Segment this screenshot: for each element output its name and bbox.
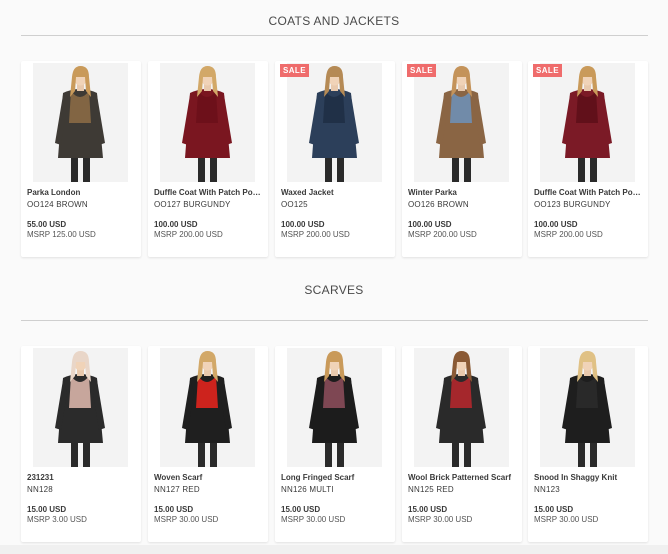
product-price: 15.00 USD <box>408 505 448 514</box>
sale-badge: SALE <box>280 64 309 77</box>
product-msrp: MSRP 125.00 USD <box>27 230 96 239</box>
product-name[interactable]: Parka London <box>27 188 137 197</box>
section-divider <box>21 35 648 36</box>
product-image[interactable] <box>414 348 509 467</box>
section-divider <box>21 320 648 321</box>
product-sku: NN126 MULTI <box>281 485 334 494</box>
product-sku: OO126 BROWN <box>408 200 469 209</box>
product-image[interactable] <box>160 348 255 467</box>
section-title-coats: COATS AND JACKETS <box>268 14 400 28</box>
product-msrp: MSRP 200.00 USD <box>154 230 223 239</box>
product-grid-scarves: 231231 NN128 15.00 USD MSRP 3.00 USD Woven S… <box>21 346 648 542</box>
product-price: 100.00 USD <box>281 220 325 229</box>
product-name[interactable]: Wool Brick Patterned Scarf <box>408 473 518 482</box>
product-card[interactable]: Duffle Coat With Patch Pockets OO127 BURG… <box>148 61 268 257</box>
sale-badge: SALE <box>407 64 436 77</box>
product-msrp: MSRP 30.00 USD <box>281 515 346 524</box>
product-price: 15.00 USD <box>534 505 574 514</box>
product-card[interactable]: Long Fringed Scarf NN126 MULTI 15.00 USD MS… <box>275 346 395 542</box>
product-image[interactable] <box>160 63 255 182</box>
product-name[interactable]: Waxed Jacket <box>281 188 391 197</box>
product-image[interactable] <box>287 63 382 182</box>
product-name[interactable]: Duffle Coat With Patch Pockets <box>534 188 644 197</box>
product-card[interactable]: SALE Winter Parka OO126 BROWN 100.00 USD MSR… <box>402 61 522 257</box>
product-msrp: MSRP 30.00 USD <box>154 515 219 524</box>
product-price: 15.00 USD <box>154 505 194 514</box>
product-price: 100.00 USD <box>408 220 452 229</box>
page-footer-strip <box>0 545 668 554</box>
product-card[interactable]: Snood In Shaggy Knit NN123 15.00 USD MSRP 3… <box>528 346 648 542</box>
product-msrp: MSRP 200.00 USD <box>408 230 477 239</box>
product-card[interactable]: Woven Scarf NN127 RED 15.00 USD MSRP 30.00 … <box>148 346 268 542</box>
product-sku: NN125 RED <box>408 485 454 494</box>
product-price: 100.00 USD <box>154 220 198 229</box>
product-sku: OO127 BURGUNDY <box>154 200 231 209</box>
product-sku: OO123 BURGUNDY <box>534 200 611 209</box>
product-card[interactable]: SALE Waxed Jacket OO125 100.00 USD MSRP 200.… <box>275 61 395 257</box>
product-card[interactable]: Parka London OO124 BROWN 55.00 USD MSRP 125… <box>21 61 141 257</box>
product-sku: OO125 <box>281 200 308 209</box>
product-image[interactable] <box>540 348 635 467</box>
product-card[interactable]: SALE Duffle Coat With Patch Pockets OO123 … <box>528 61 648 257</box>
product-msrp: MSRP 30.00 USD <box>408 515 473 524</box>
product-sku: NN123 <box>534 485 560 494</box>
product-name[interactable]: Long Fringed Scarf <box>281 473 391 482</box>
product-image[interactable] <box>540 63 635 182</box>
product-sku: OO124 BROWN <box>27 200 88 209</box>
product-image[interactable] <box>414 63 509 182</box>
product-card[interactable]: Wool Brick Patterned Scarf NN125 RED 15.00… <box>402 346 522 542</box>
product-name[interactable]: Woven Scarf <box>154 473 264 482</box>
product-msrp: MSRP 3.00 USD <box>27 515 87 524</box>
product-price: 55.00 USD <box>27 220 67 229</box>
product-name[interactable]: Winter Parka <box>408 188 518 197</box>
product-msrp: MSRP 200.00 USD <box>281 230 350 239</box>
product-name[interactable]: Snood In Shaggy Knit <box>534 473 644 482</box>
product-price: 15.00 USD <box>281 505 321 514</box>
product-price: 15.00 USD <box>27 505 67 514</box>
product-msrp: MSRP 200.00 USD <box>534 230 603 239</box>
section-title-scarves: SCARVES <box>304 283 364 297</box>
product-image[interactable] <box>33 63 128 182</box>
product-sku: NN128 <box>27 485 53 494</box>
product-name[interactable]: Duffle Coat With Patch Pockets <box>154 188 264 197</box>
sale-badge: SALE <box>533 64 562 77</box>
product-msrp: MSRP 30.00 USD <box>534 515 599 524</box>
product-name[interactable]: 231231 <box>27 473 137 482</box>
product-card[interactable]: 231231 NN128 15.00 USD MSRP 3.00 USD <box>21 346 141 542</box>
product-price: 100.00 USD <box>534 220 578 229</box>
product-grid-coats: Parka London OO124 BROWN 55.00 USD MSRP 125… <box>21 61 648 257</box>
product-image[interactable] <box>287 348 382 467</box>
product-sku: NN127 RED <box>154 485 200 494</box>
product-image[interactable] <box>33 348 128 467</box>
